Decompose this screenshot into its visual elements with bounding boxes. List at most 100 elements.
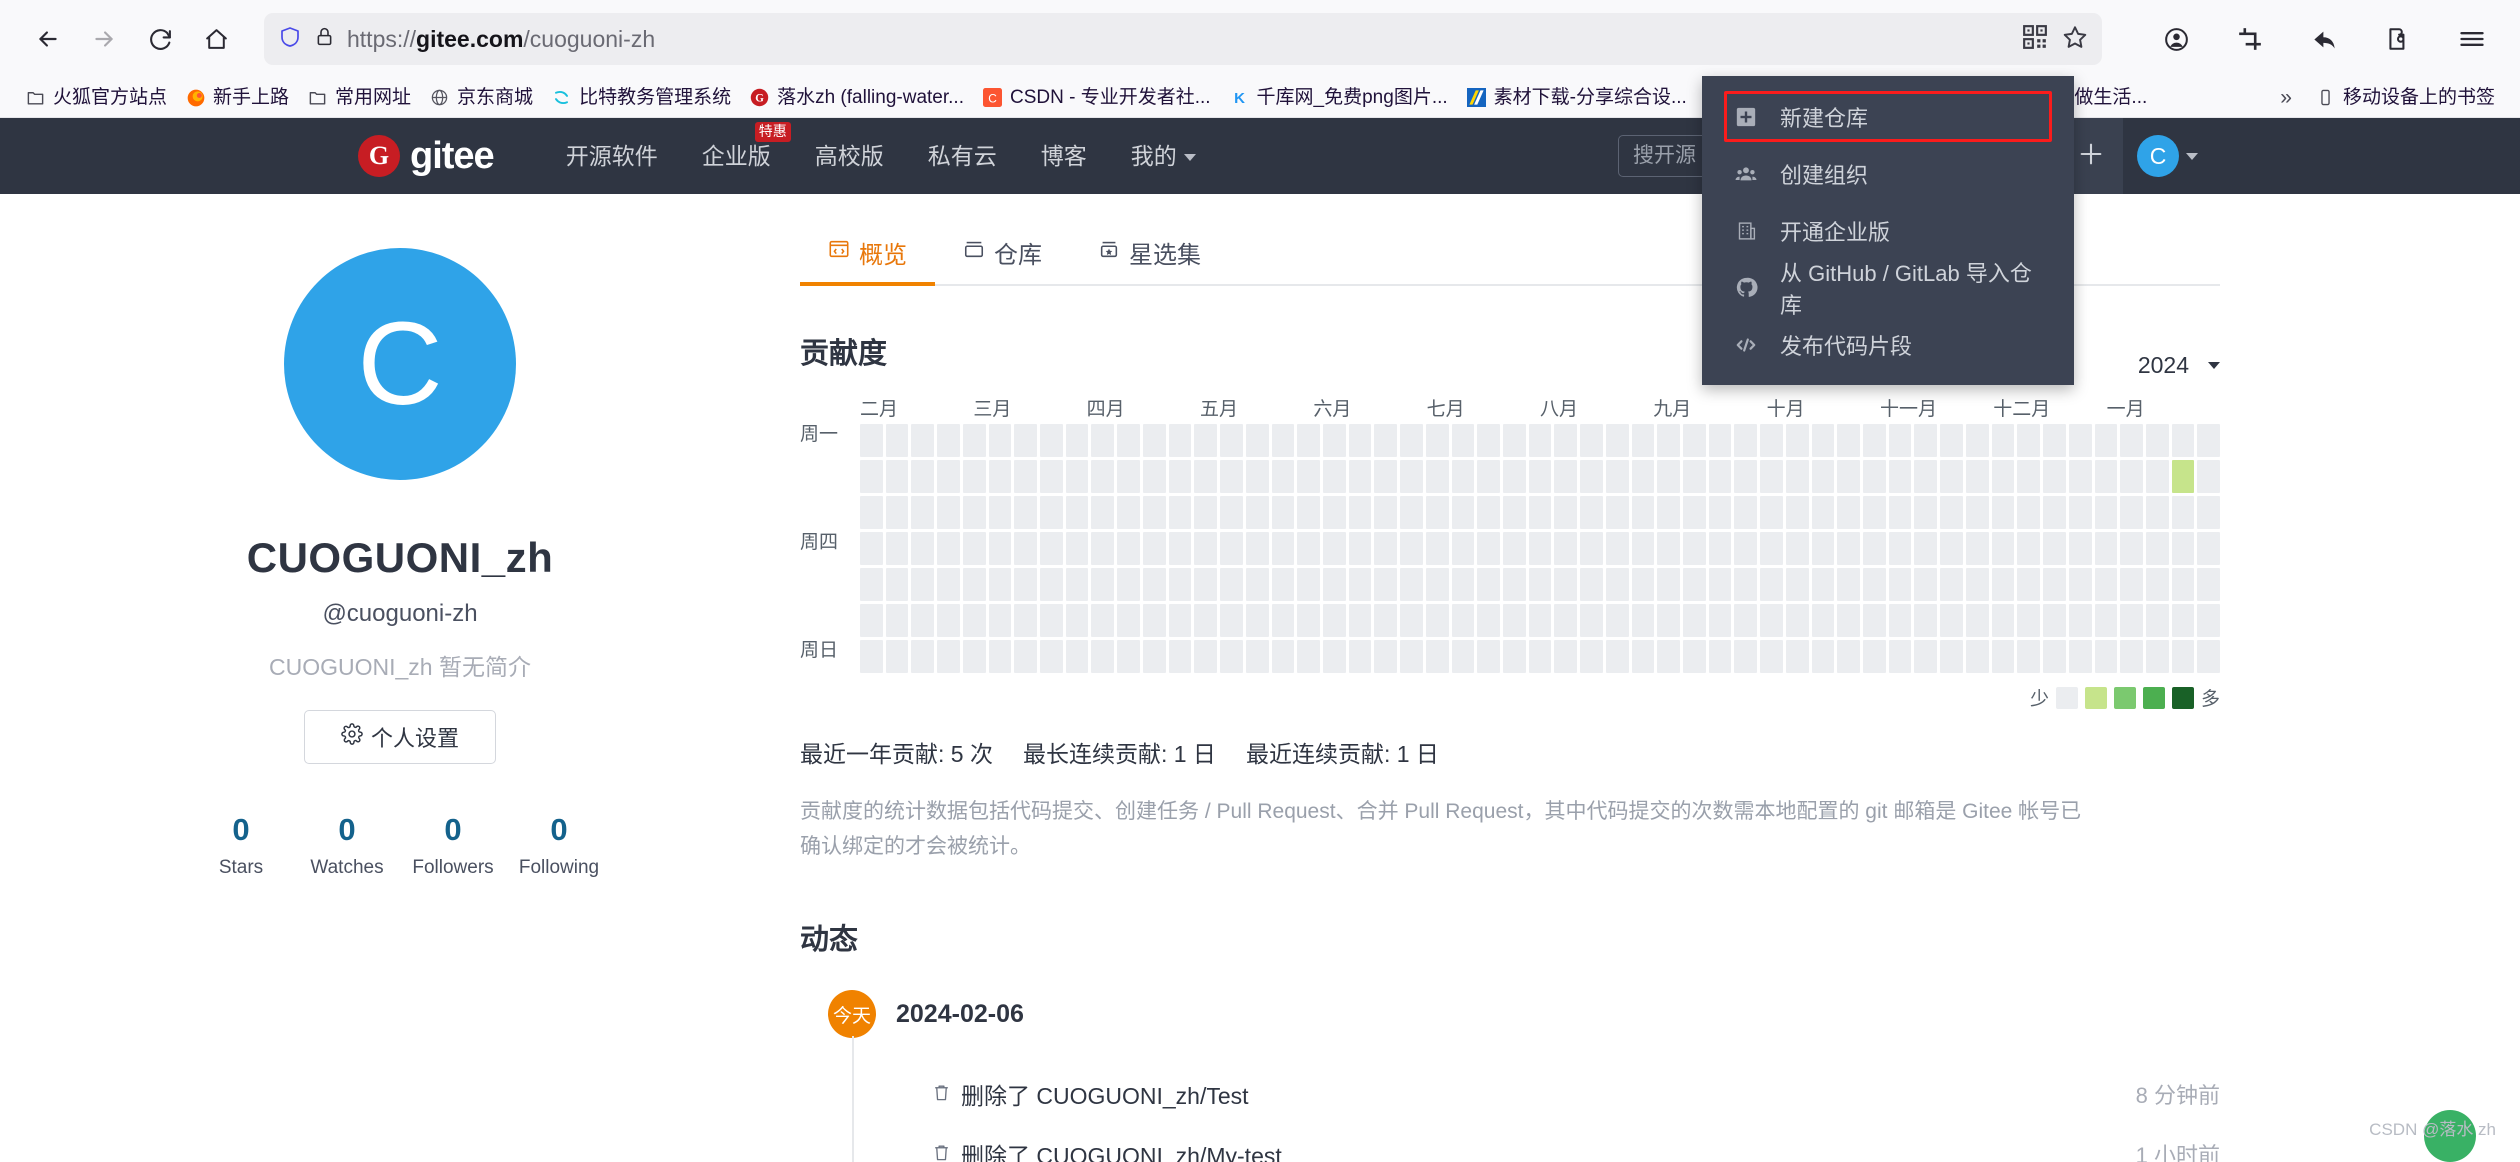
calendar-day-cell[interactable] bbox=[1966, 604, 1989, 637]
tab-starred[interactable]: 星选集 bbox=[1070, 235, 1229, 284]
calendar-day-cell[interactable] bbox=[1580, 604, 1603, 637]
calendar-day-cell[interactable] bbox=[1452, 424, 1475, 457]
calendar-day-cell[interactable] bbox=[2017, 604, 2040, 637]
calendar-grid[interactable] bbox=[860, 424, 2220, 673]
calendar-day-cell[interactable] bbox=[1400, 496, 1423, 529]
calendar-day-cell[interactable] bbox=[1477, 496, 1500, 529]
calendar-day-cell[interactable] bbox=[1194, 424, 1217, 457]
calendar-day-cell[interactable] bbox=[1143, 424, 1166, 457]
calendar-day-cell[interactable] bbox=[1966, 532, 1989, 565]
forward-button[interactable] bbox=[78, 13, 130, 65]
calendar-day-cell[interactable] bbox=[1657, 424, 1680, 457]
calendar-day-cell[interactable] bbox=[1503, 532, 1526, 565]
calendar-day-cell[interactable] bbox=[2146, 532, 2169, 565]
calendar-day-cell[interactable] bbox=[2172, 424, 2195, 457]
calendar-day-cell[interactable] bbox=[1889, 568, 1912, 601]
calendar-day-cell[interactable] bbox=[1297, 424, 1320, 457]
calendar-day-cell[interactable] bbox=[1246, 604, 1269, 637]
calendar-day-cell[interactable] bbox=[886, 496, 909, 529]
calendar-day-cell[interactable] bbox=[2197, 640, 2220, 673]
calendar-day-cell[interactable] bbox=[1014, 604, 1037, 637]
calendar-day-cell[interactable] bbox=[1272, 568, 1295, 601]
calendar-day-cell[interactable] bbox=[1091, 568, 1114, 601]
calendar-day-cell[interactable] bbox=[1889, 532, 1912, 565]
calendar-day-cell[interactable] bbox=[1374, 532, 1397, 565]
mobile-bookmarks-item[interactable]: 移动设备上的书签 bbox=[2306, 83, 2504, 112]
calendar-day-cell[interactable] bbox=[937, 532, 960, 565]
calendar-day-cell[interactable] bbox=[2017, 568, 2040, 601]
calendar-day-cell[interactable] bbox=[1272, 604, 1295, 637]
calendar-day-cell[interactable] bbox=[2095, 496, 2118, 529]
calendar-day-cell[interactable] bbox=[1066, 640, 1089, 673]
calendar-day-cell[interactable] bbox=[2197, 604, 2220, 637]
home-button[interactable] bbox=[190, 13, 242, 65]
calendar-day-cell[interactable] bbox=[2197, 424, 2220, 457]
calendar-day-cell[interactable] bbox=[1323, 604, 1346, 637]
calendar-day-cell[interactable] bbox=[2095, 640, 2118, 673]
calendar-day-cell[interactable] bbox=[2197, 568, 2220, 601]
calendar-day-cell[interactable] bbox=[1940, 640, 1963, 673]
calendar-day-cell[interactable] bbox=[1786, 424, 1809, 457]
calendar-day-cell[interactable] bbox=[1709, 532, 1732, 565]
calendar-day-cell[interactable] bbox=[1169, 532, 1192, 565]
calendar-day-cell[interactable] bbox=[1426, 460, 1449, 493]
calendar-day-cell[interactable] bbox=[1683, 460, 1706, 493]
calendar-day-cell[interactable] bbox=[1786, 496, 1809, 529]
calendar-day-cell[interactable] bbox=[1760, 496, 1783, 529]
calendar-day-cell[interactable] bbox=[2017, 460, 2040, 493]
calendar-day-cell[interactable] bbox=[1529, 640, 1552, 673]
calendar-day-cell[interactable] bbox=[1477, 568, 1500, 601]
calendar-day-cell[interactable] bbox=[1374, 568, 1397, 601]
calendar-day-cell[interactable] bbox=[963, 424, 986, 457]
calendar-day-cell[interactable] bbox=[1786, 460, 1809, 493]
calendar-day-cell[interactable] bbox=[911, 640, 934, 673]
calendar-day-cell[interactable] bbox=[1837, 424, 1860, 457]
calendar-day-cell[interactable] bbox=[1220, 604, 1243, 637]
calendar-day-cell[interactable] bbox=[1529, 604, 1552, 637]
calendar-day-cell[interactable] bbox=[1863, 568, 1886, 601]
calendar-day-cell[interactable] bbox=[2146, 640, 2169, 673]
calendar-day-cell[interactable] bbox=[1349, 604, 1372, 637]
calendar-day-cell[interactable] bbox=[963, 640, 986, 673]
calendar-day-cell[interactable] bbox=[1426, 496, 1449, 529]
calendar-day-cell[interactable] bbox=[1297, 568, 1320, 601]
calendar-day-cell[interactable] bbox=[1940, 424, 1963, 457]
calendar-day-cell[interactable] bbox=[2095, 424, 2118, 457]
calendar-day-cell[interactable] bbox=[1246, 460, 1269, 493]
calendar-day-cell[interactable] bbox=[1014, 496, 1037, 529]
calendar-day-cell[interactable] bbox=[1117, 460, 1140, 493]
calendar-day-cell[interactable] bbox=[1734, 640, 1757, 673]
dropdown-item-enterprise[interactable]: 开通企业版 bbox=[1702, 202, 2074, 259]
calendar-day-cell[interactable] bbox=[1734, 496, 1757, 529]
calendar-day-cell[interactable] bbox=[1632, 496, 1655, 529]
calendar-day-cell[interactable] bbox=[2043, 532, 2066, 565]
calendar-day-cell[interactable] bbox=[1297, 496, 1320, 529]
dropdown-item-new-repo[interactable]: 新建仓库 bbox=[1702, 88, 2074, 145]
calendar-day-cell[interactable] bbox=[2172, 460, 2195, 493]
calendar-day-cell[interactable] bbox=[1632, 532, 1655, 565]
calendar-day-cell[interactable] bbox=[1632, 604, 1655, 637]
calendar-day-cell[interactable] bbox=[1940, 604, 1963, 637]
calendar-day-cell[interactable] bbox=[1040, 424, 1063, 457]
calendar-day-cell[interactable] bbox=[1194, 568, 1217, 601]
calendar-day-cell[interactable] bbox=[1734, 568, 1757, 601]
calendar-day-cell[interactable] bbox=[1657, 460, 1680, 493]
tab-repositories[interactable]: 仓库 bbox=[935, 235, 1070, 284]
calendar-day-cell[interactable] bbox=[1812, 568, 1835, 601]
calendar-day-cell[interactable] bbox=[1143, 568, 1166, 601]
calendar-day-cell[interactable] bbox=[963, 496, 986, 529]
calendar-day-cell[interactable] bbox=[911, 424, 934, 457]
calendar-day-cell[interactable] bbox=[1914, 424, 1937, 457]
calendar-day-cell[interactable] bbox=[2043, 568, 2066, 601]
calendar-day-cell[interactable] bbox=[2120, 532, 2143, 565]
calendar-day-cell[interactable] bbox=[1966, 640, 1989, 673]
calendar-day-cell[interactable] bbox=[1914, 640, 1937, 673]
calendar-day-cell[interactable] bbox=[1297, 460, 1320, 493]
calendar-day-cell[interactable] bbox=[1117, 640, 1140, 673]
calendar-day-cell[interactable] bbox=[937, 640, 960, 673]
calendar-day-cell[interactable] bbox=[1632, 424, 1655, 457]
calendar-day-cell[interactable] bbox=[2017, 424, 2040, 457]
calendar-day-cell[interactable] bbox=[1477, 424, 1500, 457]
calendar-day-cell[interactable] bbox=[1426, 604, 1449, 637]
calendar-day-cell[interactable] bbox=[1349, 496, 1372, 529]
